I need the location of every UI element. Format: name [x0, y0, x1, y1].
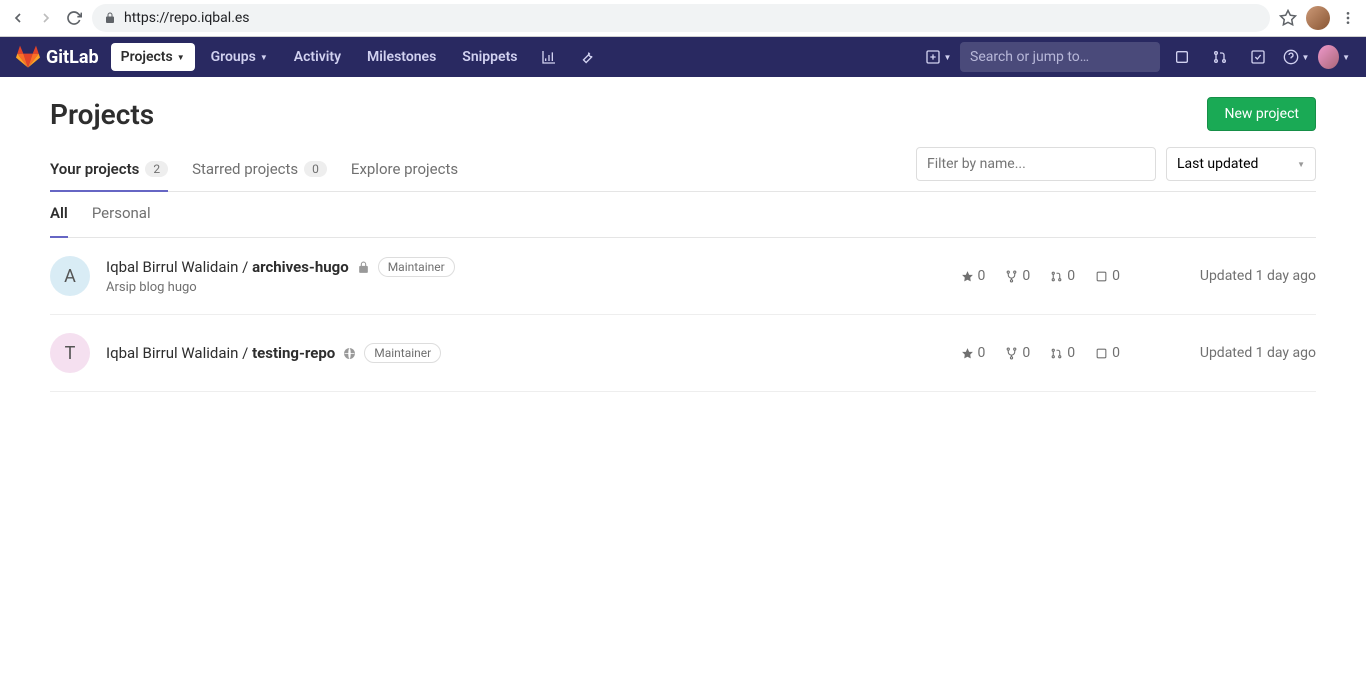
stars-stat[interactable]: 0 [961, 345, 986, 361]
tab-explore-projects[interactable]: Explore projects [351, 148, 458, 190]
new-project-button[interactable]: New project [1207, 97, 1316, 131]
merge-requests-stat[interactable]: 0 [1050, 268, 1075, 284]
user-menu[interactable]: ▼ [1318, 41, 1350, 73]
chart-icon[interactable] [533, 41, 565, 73]
chevron-down-icon: ▼ [944, 53, 952, 62]
project-subtabs: All Personal [50, 192, 1316, 238]
role-badge: Maintainer [378, 257, 455, 277]
wrench-icon[interactable] [571, 41, 603, 73]
gitlab-logo[interactable]: GitLab [16, 45, 99, 69]
browser-menu-icon[interactable] [1338, 8, 1358, 28]
chevron-down-icon: ▼ [260, 53, 268, 62]
count-badge: 2 [145, 161, 168, 177]
issues-stat[interactable]: 0 [1095, 345, 1120, 361]
sort-dropdown[interactable]: Last updated ▼ [1166, 147, 1316, 181]
lock-icon [357, 261, 370, 274]
brand-text: GitLab [46, 47, 99, 68]
merge-requests-stat[interactable]: 0 [1050, 345, 1075, 361]
project-avatar: A [50, 256, 90, 296]
plus-icon[interactable]: ▼ [922, 41, 954, 73]
nav-activity[interactable]: Activity [284, 43, 351, 71]
stars-stat[interactable]: 0 [961, 268, 986, 284]
lock-icon [104, 12, 116, 24]
chevron-down-icon: ▼ [1297, 160, 1305, 169]
browser-profile-avatar[interactable] [1306, 6, 1330, 30]
role-badge: Maintainer [364, 343, 441, 363]
forks-stat[interactable]: 0 [1005, 345, 1030, 361]
bookmark-star-icon[interactable] [1278, 8, 1298, 28]
project-avatar: T [50, 333, 90, 373]
avatar [1318, 45, 1339, 69]
chevron-down-icon: ▼ [1302, 53, 1310, 62]
project-updated: Updated 1 day ago [1136, 345, 1316, 361]
forks-stat[interactable]: 0 [1005, 268, 1030, 284]
forward-icon[interactable] [36, 8, 56, 28]
back-icon[interactable] [8, 8, 28, 28]
project-description: Arsip blog hugo [106, 280, 945, 295]
tab-starred-projects[interactable]: Starred projects 0 [192, 148, 327, 190]
project-link[interactable]: Iqbal Birrul Walidain / testing-repo [106, 344, 335, 362]
project-info: Iqbal Birrul Walidain / testing-repo Mai… [106, 343, 945, 363]
filter-input[interactable] [916, 147, 1156, 181]
project-row[interactable]: T Iqbal Birrul Walidain / testing-repo M… [50, 315, 1316, 392]
nav-groups[interactable]: Groups ▼ [201, 43, 278, 71]
project-tabs: Your projects 2 Starred projects 0 Explo… [50, 147, 1316, 192]
gitlab-navbar: GitLab Projects ▼ Groups ▼ Activity Mile… [0, 37, 1366, 77]
merge-requests-icon[interactable] [1204, 41, 1236, 73]
url-bar[interactable]: https://repo.iqbal.es [92, 4, 1270, 32]
project-row[interactable]: A Iqbal Birrul Walidain / archives-hugo … [50, 238, 1316, 315]
reload-icon[interactable] [64, 8, 84, 28]
browser-toolbar: https://repo.iqbal.es [0, 0, 1366, 37]
chevron-down-icon: ▼ [1342, 53, 1350, 62]
project-stats: 0 0 0 0 [961, 345, 1121, 361]
subtab-personal[interactable]: Personal [92, 192, 151, 237]
project-stats: 0 0 0 0 [961, 268, 1121, 284]
project-info: Iqbal Birrul Walidain / archives-hugo Ma… [106, 257, 945, 295]
todos-icon[interactable] [1242, 41, 1274, 73]
url-text: https://repo.iqbal.es [124, 10, 250, 26]
subtab-all[interactable]: All [50, 192, 68, 238]
count-badge: 0 [304, 161, 327, 177]
chevron-down-icon: ▼ [177, 53, 185, 62]
search-input[interactable] [970, 49, 1148, 65]
tab-your-projects[interactable]: Your projects 2 [50, 148, 168, 192]
nav-projects[interactable]: Projects ▼ [111, 43, 195, 71]
project-updated: Updated 1 day ago [1136, 268, 1316, 284]
project-list: A Iqbal Birrul Walidain / archives-hugo … [50, 238, 1316, 392]
search-box[interactable] [960, 42, 1160, 72]
page-title: Projects [50, 98, 154, 131]
nav-snippets[interactable]: Snippets [452, 43, 527, 71]
issues-icon[interactable] [1166, 41, 1198, 73]
globe-icon [343, 347, 356, 360]
help-icon[interactable]: ▼ [1280, 41, 1312, 73]
issues-stat[interactable]: 0 [1095, 268, 1120, 284]
nav-milestones[interactable]: Milestones [357, 43, 446, 71]
main-content: Projects New project Your projects 2 Sta… [0, 77, 1366, 412]
project-link[interactable]: Iqbal Birrul Walidain / archives-hugo [106, 258, 349, 276]
